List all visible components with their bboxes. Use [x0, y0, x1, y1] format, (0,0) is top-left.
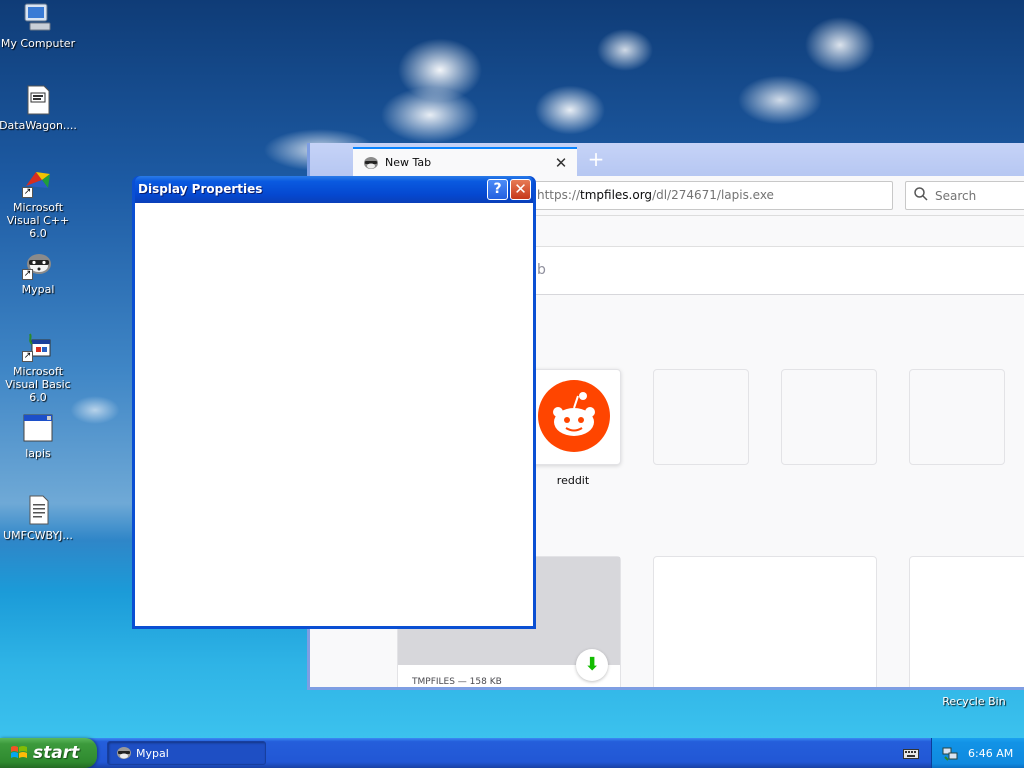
highlight-meta: TMPFILES — 158 KB	[412, 677, 502, 687]
highlight-card-empty[interactable]	[909, 556, 1024, 687]
desktop-icon-recycle-bin[interactable]: Recycle Bin	[934, 695, 1014, 708]
top-site-tile-empty[interactable]	[781, 369, 877, 465]
mypal-icon	[363, 155, 379, 171]
desktop-icon-label: Recycle Bin	[942, 695, 1006, 708]
top-site-tile-empty[interactable]	[909, 369, 1005, 465]
desktop-icon-label: My Computer	[0, 37, 76, 50]
taskbar-button-mypal[interactable]: Mypal	[107, 741, 266, 765]
url-bar[interactable]: https://tmpfiles.org/dl/274671/lapis.exe	[530, 181, 893, 210]
close-tab-icon[interactable]: ✕	[551, 153, 571, 173]
tab-new-tab[interactable]: New Tab ✕	[353, 147, 577, 176]
search-field[interactable]: Search	[905, 181, 1024, 210]
computer-icon	[22, 2, 54, 34]
reddit-icon	[538, 380, 610, 455]
top-site-label: reddit	[556, 474, 590, 487]
desktop-icon-lapis[interactable]: lapis	[0, 412, 78, 460]
search-placeholder: Search	[935, 188, 977, 203]
system-tray: 6:46 AM	[931, 738, 1024, 768]
text-file-icon	[22, 84, 54, 116]
url-domain: tmpfiles.org	[580, 188, 653, 202]
download-icon: ⬇	[576, 649, 608, 681]
top-site-tile-empty[interactable]	[653, 369, 749, 465]
clock[interactable]: 6:46 AM	[968, 747, 1013, 760]
desktop-icon-label: UMFCWBYJ...	[3, 529, 73, 542]
desktop-icon-my-computer[interactable]: My Computer	[0, 2, 78, 50]
close-button[interactable]: ✕	[510, 179, 531, 200]
windows-flag-icon	[10, 744, 28, 762]
taskbar-button-label: Mypal	[136, 746, 169, 760]
display-properties-dialog: Display Properties ? ✕	[132, 176, 536, 629]
document-icon	[22, 494, 54, 526]
dialog-titlebar[interactable]: Display Properties ? ✕	[135, 176, 533, 203]
mypal-icon: ↗	[22, 248, 54, 280]
network-icon[interactable]	[942, 745, 958, 761]
desktop-icon-label: DataWagon....	[0, 119, 77, 132]
desktop-icon-label: Microsoft Visual C++ 6.0	[6, 201, 70, 240]
dialog-title: Display Properties	[138, 182, 263, 196]
shortcut-arrow-icon: ↗	[22, 187, 33, 198]
desktop-icon-mypal[interactable]: ↗ Mypal	[0, 248, 78, 296]
visual-cpp-icon: ↗	[22, 166, 54, 198]
taskbar: start Mypal 6:46 AM	[0, 738, 1024, 768]
visual-basic-icon: ↗	[22, 330, 54, 362]
desktop-icon-label: Microsoft Visual Basic 6.0	[5, 365, 71, 404]
url-path: /dl/274671/lapis.exe	[652, 188, 774, 202]
url-scheme: https://	[537, 188, 581, 202]
mypal-icon	[116, 745, 132, 761]
desktop-icon-umfcwbyj[interactable]: UMFCWBYJ...	[0, 494, 78, 542]
search-icon	[914, 187, 928, 204]
desktop-icon-datawagon[interactable]: DataWagon....	[0, 84, 78, 132]
new-tab-button[interactable]: +	[584, 147, 608, 173]
keyboard-icon[interactable]	[903, 746, 919, 760]
application-window-icon	[22, 412, 54, 444]
start-button[interactable]: start	[0, 738, 97, 768]
desktop-icon-label: Mypal	[21, 283, 55, 296]
desktop-icon-visual-cpp[interactable]: ↗ Microsoft Visual C++ 6.0	[0, 166, 78, 240]
highlight-card-empty[interactable]	[653, 556, 877, 687]
shortcut-arrow-icon: ↗	[22, 269, 33, 280]
start-label: start	[33, 743, 80, 763]
dialog-body	[135, 203, 533, 626]
shortcut-arrow-icon: ↗	[22, 351, 33, 362]
top-site-tile-reddit[interactable]	[525, 369, 621, 465]
help-button[interactable]: ?	[487, 179, 508, 200]
page-search-placeholder: b	[537, 262, 546, 278]
tab-strip: New Tab ✕ +	[310, 143, 1024, 176]
desktop-icon-label: lapis	[25, 447, 51, 460]
tab-title: New Tab	[385, 156, 432, 169]
desktop-icon-visual-basic[interactable]: ↗ Microsoft Visual Basic 6.0	[0, 330, 78, 404]
